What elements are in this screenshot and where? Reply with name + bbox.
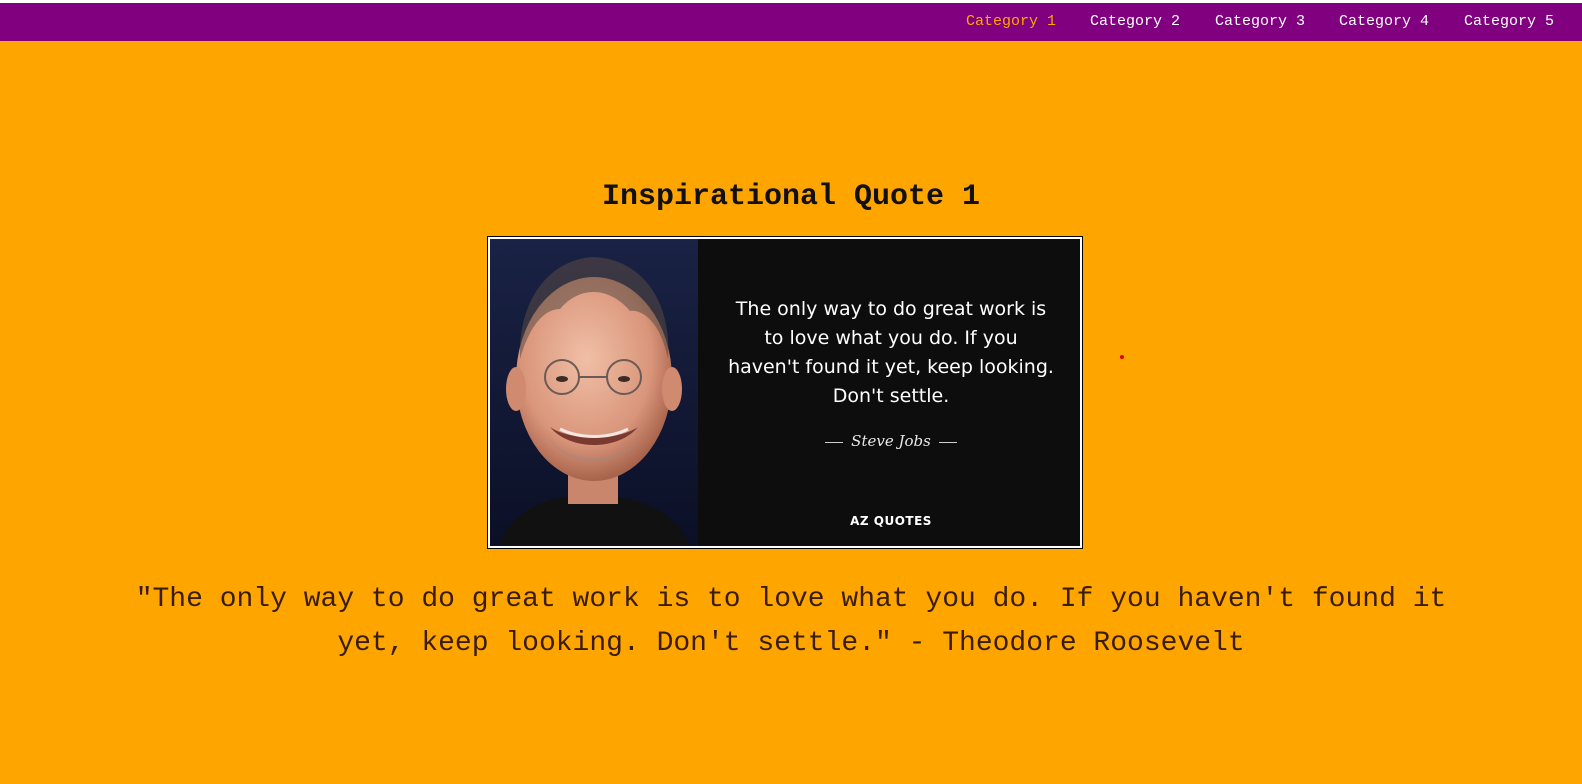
nav-item-category-3[interactable]: Category 3 [1215,13,1305,30]
dash-left [825,441,844,443]
nav-item-category-1[interactable]: Category 1 [966,13,1056,30]
cursor-marker [1120,355,1124,359]
image-quote-text: The only way to do great work is to love… [728,298,1054,407]
image-author-name: Steve Jobs [851,432,931,450]
portrait-photo [490,239,698,546]
image-author: Steve Jobs [726,432,1056,450]
nav-item-category-5[interactable]: Category 5 [1464,13,1554,30]
quote-caption: "The only way to do great work is to lov… [135,584,1447,659]
quote-image: The only way to do great work is to love… [487,236,1083,549]
nav-item-category-4[interactable]: Category 4 [1339,13,1429,30]
top-navbar: Category 1 Category 2 Category 3 Categor… [0,3,1582,41]
nav-item-category-2[interactable]: Category 2 [1090,13,1180,30]
azquotes-logo: AZ QUOTES [850,514,932,528]
page-title: Inspirational Quote 1 [601,180,981,214]
dash-right [938,441,957,443]
